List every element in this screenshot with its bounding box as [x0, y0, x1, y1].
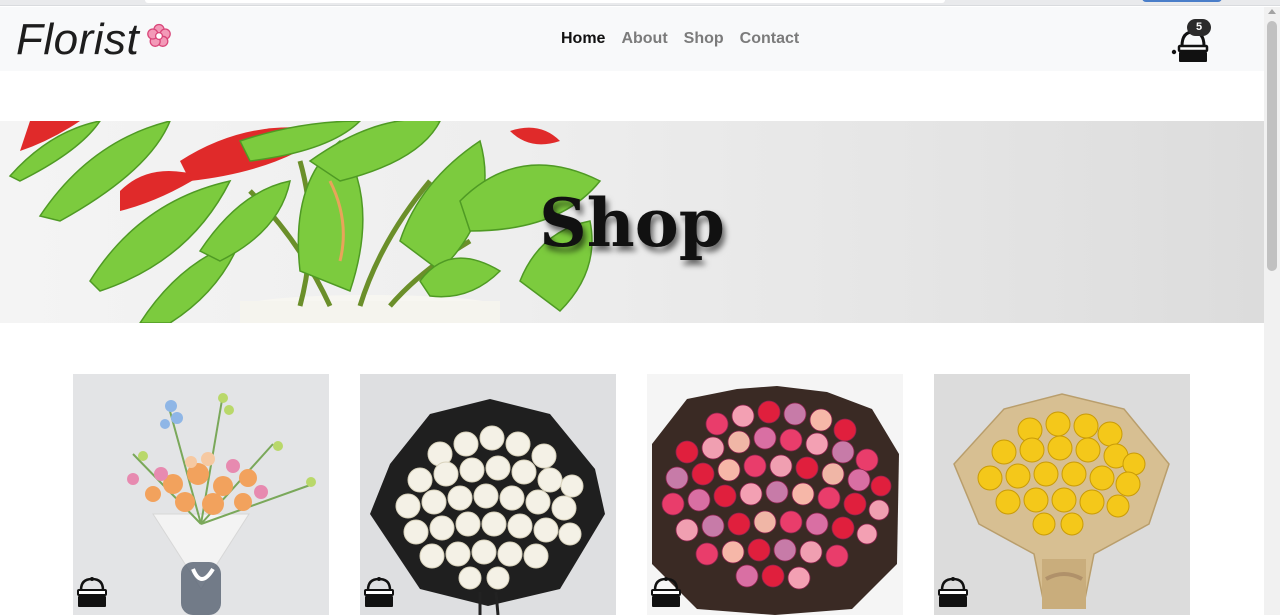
navbar: Florist Home About Shop Contact 5	[0, 7, 1264, 71]
white-roses-photo	[360, 374, 616, 615]
hero-banner: Shop	[0, 121, 1264, 323]
add-to-basket-icon[interactable]	[76, 574, 108, 610]
yellow-roses-photo	[934, 374, 1190, 615]
product-card[interactable]	[647, 374, 903, 615]
brand-logo[interactable]: Florist	[16, 15, 139, 65]
add-to-basket-icon[interactable]	[363, 574, 395, 610]
product-card[interactable]	[73, 374, 329, 615]
nav-link-shop[interactable]: Shop	[684, 29, 724, 49]
browser-button-edge	[1142, 0, 1222, 2]
nav-link-home[interactable]: Home	[561, 29, 605, 49]
page-title: Shop	[539, 184, 725, 262]
cart-count-badge: 5	[1187, 19, 1211, 36]
nav-link-contact[interactable]: Contact	[740, 29, 800, 49]
pink-red-roses-photo	[647, 374, 903, 615]
add-to-basket-icon[interactable]	[937, 574, 969, 610]
browser-chrome-edge	[0, 0, 1280, 6]
flower-icon	[147, 23, 171, 47]
add-to-basket-icon[interactable]	[650, 574, 682, 610]
nav-link-about[interactable]: About	[621, 29, 667, 49]
page-scrollbar[interactable]	[1264, 7, 1280, 615]
product-grid	[73, 374, 1191, 615]
brand-name: Florist	[16, 15, 140, 64]
scroll-up-icon[interactable]	[1268, 9, 1276, 14]
address-bar-edge	[145, 0, 945, 3]
cart-button[interactable]: 5	[1170, 19, 1214, 67]
main-nav: Home About Shop Contact	[561, 29, 799, 49]
scrollbar-thumb[interactable]	[1267, 21, 1277, 271]
product-card[interactable]	[360, 374, 616, 615]
mixed-bouquet-photo	[73, 374, 329, 615]
product-card[interactable]	[934, 374, 1190, 615]
